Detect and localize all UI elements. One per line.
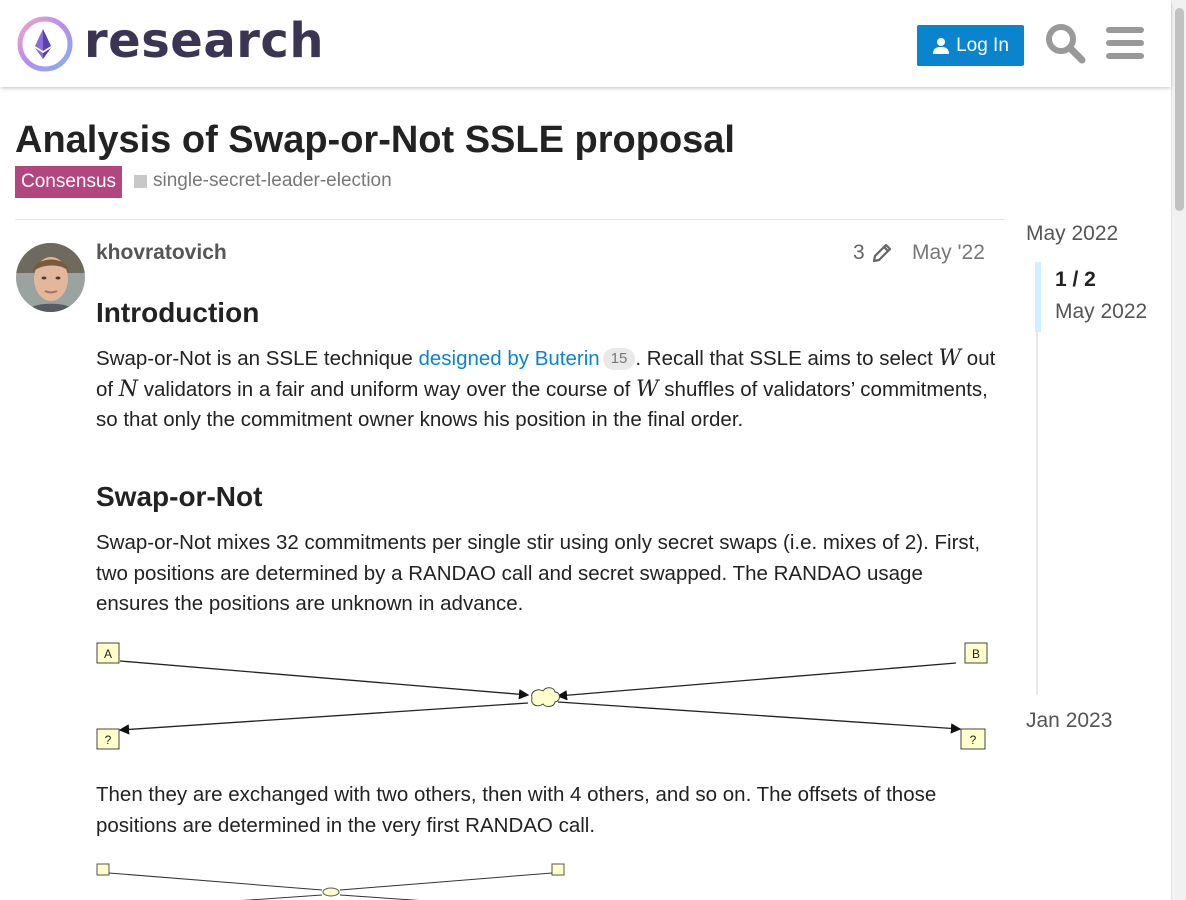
post-date[interactable]: May '22 xyxy=(912,241,985,265)
intro-text-4: validators in a fair and uniform way ove… xyxy=(138,377,636,401)
login-label: Log In xyxy=(956,34,1009,56)
site-logo-icon[interactable] xyxy=(16,15,74,73)
math-w-2: W xyxy=(635,376,659,402)
swap-diagram-2-image[interactable] xyxy=(96,861,572,900)
node-q2-label: ? xyxy=(970,733,977,747)
swap-diagram-image[interactable]: A B ? ? xyxy=(96,641,988,751)
timeline-end-date[interactable]: Jan 2023 xyxy=(1026,709,1112,733)
timeline-position: 1 / 2 xyxy=(1055,268,1096,291)
intro-text-1: Swap-or-Not is an SSLE technique xyxy=(96,347,419,370)
tag-label: single-secret-leader-election xyxy=(153,170,392,191)
category-badge[interactable]: Consensus xyxy=(15,166,123,198)
pencil-icon xyxy=(872,243,891,263)
topic-title[interactable]: Analysis of Swap-or-Not SSLE proposal xyxy=(15,119,735,162)
scrollbar-thumb[interactable] xyxy=(1175,8,1184,211)
page-scrollbar[interactable] xyxy=(1171,0,1186,900)
math-w: W xyxy=(938,346,962,371)
edit-history[interactable]: 3 xyxy=(853,241,893,265)
search-icon[interactable] xyxy=(1044,22,1086,64)
timeline-start-date[interactable]: May 2022 xyxy=(1026,222,1118,246)
site-header: research Log In xyxy=(0,0,1171,87)
offsets-paragraph: Then they are exchanged with two others,… xyxy=(96,783,937,837)
edit-count: 3 xyxy=(853,241,865,264)
title-divider xyxy=(15,219,1004,220)
node-b-label: B xyxy=(972,647,980,661)
hamburger-menu-icon[interactable] xyxy=(1106,25,1144,61)
site-name[interactable]: research xyxy=(84,13,324,69)
math-n: N xyxy=(118,376,139,402)
buterin-link[interactable]: designed by Buterin xyxy=(418,347,599,370)
author-avatar[interactable] xyxy=(16,243,85,312)
login-button[interactable]: Log In xyxy=(917,25,1024,66)
intro-text-2: . Recall that SSLE aims to select xyxy=(635,347,939,370)
user-icon xyxy=(933,37,950,54)
timeline-scroller-handle[interactable] xyxy=(1035,262,1041,332)
timeline-position-date: May 2022 xyxy=(1055,300,1148,323)
topic-tag[interactable]: single-secret-leader-election xyxy=(134,170,392,192)
tag-square-icon xyxy=(134,174,147,188)
node-a-label: A xyxy=(104,647,112,661)
link-click-count: 15 xyxy=(602,348,636,370)
node-q1-label: ? xyxy=(105,733,112,747)
introduction-paragraph: Swap-or-Not is an SSLE technique designe… xyxy=(96,344,996,436)
swap-or-not-heading: Swap-or-Not xyxy=(96,481,263,512)
introduction-heading: Introduction xyxy=(96,297,260,328)
post-author[interactable]: khovratovich xyxy=(96,241,227,265)
swap-or-not-paragraph: Swap-or-Not mixes 32 commitments per sin… xyxy=(96,531,981,615)
avatar-photo xyxy=(16,243,85,312)
